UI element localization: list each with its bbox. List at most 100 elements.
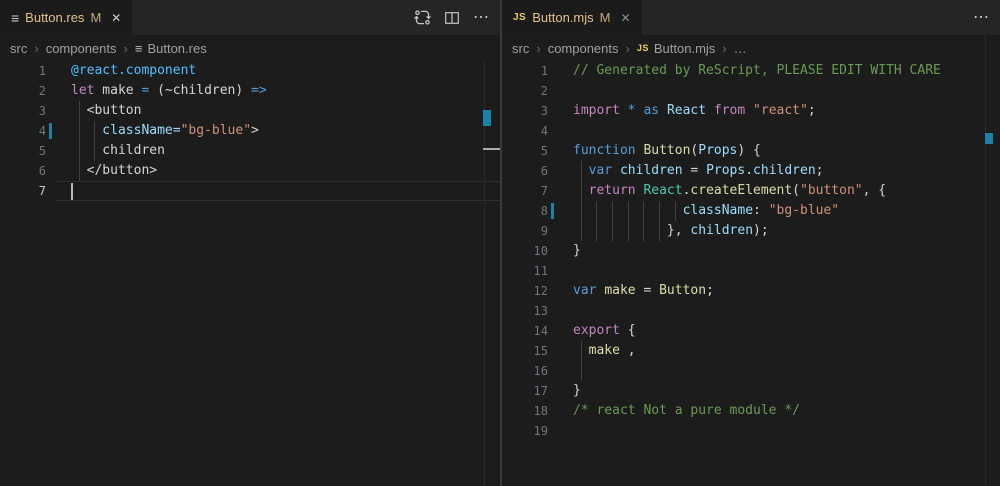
code-line-text: </button> <box>71 161 500 181</box>
line-number[interactable]: 7 <box>0 181 46 201</box>
line-number[interactable]: 19 <box>502 421 548 441</box>
line-number[interactable]: 4 <box>502 121 548 141</box>
tab-label: Button.res <box>25 10 84 25</box>
overview-ruler-modified-marker <box>985 133 993 144</box>
split-editor-icon[interactable] <box>444 10 460 26</box>
code-line[interactable]: 7 return React.createElement("button", { <box>502 181 1000 201</box>
line-number[interactable]: 6 <box>502 161 548 181</box>
code-line[interactable]: 6 </button> <box>0 161 500 181</box>
indent-guide <box>581 361 582 381</box>
line-number[interactable]: 16 <box>502 361 548 381</box>
line-number[interactable]: 13 <box>502 301 548 321</box>
gutter-modified-marker <box>49 123 52 139</box>
line-number[interactable]: 5 <box>502 141 548 161</box>
code-line-text: var children = Props.children; <box>573 161 1000 181</box>
breadcrumb-item-file[interactable]: Button.res <box>147 41 206 56</box>
line-number[interactable]: 3 <box>0 101 46 121</box>
code-line-text: // Generated by ReScript, PLEASE EDIT WI… <box>573 61 1000 81</box>
breadcrumb-item-file[interactable]: Button.mjs <box>654 41 715 56</box>
code-line-text: var make = Button; <box>573 281 1000 301</box>
tab-bar-left: ≡ Button.res M ✕ <box>0 0 500 35</box>
line-number[interactable]: 8 <box>502 201 548 221</box>
indent-guide <box>79 141 80 161</box>
breadcrumb-item-src[interactable]: src <box>10 41 27 56</box>
code-line-text: make , <box>573 341 1000 361</box>
tab-button-res[interactable]: ≡ Button.res M ✕ <box>0 0 132 35</box>
code-line[interactable]: 4 className="bg-blue"> <box>0 121 500 141</box>
code-line[interactable]: 5 children <box>0 141 500 161</box>
indent-guide <box>79 161 80 181</box>
indent-guide <box>675 201 676 221</box>
line-number[interactable]: 17 <box>502 381 548 401</box>
tab-button-mjs[interactable]: JS Button.mjs M ✕ <box>502 0 642 35</box>
code-line[interactable]: 3 <button <box>0 101 500 121</box>
more-actions-icon[interactable]: ⋯ <box>473 10 490 26</box>
line-number[interactable]: 4 <box>0 121 46 141</box>
file-list-icon: ≡ <box>11 11 19 25</box>
code-line[interactable]: 13 <box>502 301 1000 321</box>
code-line-text: children <box>71 141 500 161</box>
breadcrumb-item-components[interactable]: components <box>46 41 117 56</box>
indent-guide <box>79 121 80 141</box>
line-number[interactable]: 6 <box>0 161 46 181</box>
line-number[interactable]: 2 <box>0 81 46 101</box>
code-line[interactable]: 8 className: "bg-blue" <box>502 201 1000 221</box>
code-area-left[interactable]: 1@react.component2 let make = (~children)… <box>0 61 500 486</box>
line-number[interactable]: 1 <box>0 61 46 81</box>
indent-guide <box>94 141 95 161</box>
line-number[interactable]: 14 <box>502 321 548 341</box>
code-line[interactable]: 15 make , <box>502 341 1000 361</box>
line-number[interactable]: 5 <box>0 141 46 161</box>
more-actions-icon[interactable]: ⋯ <box>973 10 990 26</box>
code-line[interactable]: 6 var children = Props.children; <box>502 161 1000 181</box>
editor-pane-left: ≡ Button.res M ✕ <box>0 0 500 486</box>
code-line[interactable]: 2 let make = (~children) => <box>0 81 500 101</box>
code-line[interactable]: 1@react.component <box>0 61 500 81</box>
indent-guide <box>659 221 660 241</box>
code-line[interactable]: 17} <box>502 381 1000 401</box>
code-line[interactable]: 7 <box>0 181 500 201</box>
code-line[interactable]: 4 <box>502 121 1000 141</box>
line-number[interactable]: 18 <box>502 401 548 421</box>
close-icon[interactable]: ✕ <box>621 11 631 25</box>
code-line[interactable]: 19 <box>502 421 1000 441</box>
line-number[interactable]: 9 <box>502 221 548 241</box>
line-number[interactable]: 10 <box>502 241 548 261</box>
line-number[interactable]: 1 <box>502 61 548 81</box>
code-line[interactable]: 10} <box>502 241 1000 261</box>
code-line[interactable]: 14export { <box>502 321 1000 341</box>
code-line[interactable]: 5function Button(Props) { <box>502 141 1000 161</box>
code-area-right[interactable]: 1 // Generated by ReScript, PLEASE EDIT W… <box>502 61 1000 486</box>
gutter-modified-marker <box>551 203 554 219</box>
breadcrumb-item-components[interactable]: components <box>548 41 619 56</box>
open-changes-icon[interactable] <box>414 9 431 26</box>
indent-guide <box>581 181 582 201</box>
editor-actions-right: ⋯ <box>973 0 990 35</box>
line-number[interactable]: 12 <box>502 281 548 301</box>
breadcrumb-item-src[interactable]: src <box>512 41 529 56</box>
line-number[interactable]: 3 <box>502 101 548 121</box>
code-line-text: let make = (~children) => <box>71 81 500 101</box>
line-number[interactable]: 15 <box>502 341 548 361</box>
code-line[interactable]: 2 <box>502 81 1000 101</box>
indent-guide <box>612 201 613 221</box>
line-number[interactable]: 11 <box>502 261 548 281</box>
close-icon[interactable]: ✕ <box>111 11 121 25</box>
code-line[interactable]: 11 <box>502 261 1000 281</box>
tab-label: Button.mjs <box>532 10 593 25</box>
indent-guide <box>643 201 644 221</box>
line-number[interactable]: 2 <box>502 81 548 101</box>
code-line[interactable]: 18 /* react Not a pure module */ <box>502 401 1000 421</box>
code-line[interactable]: 12 var make = Button; <box>502 281 1000 301</box>
code-line[interactable]: 3 import * as React from "react"; <box>502 101 1000 121</box>
breadcrumb-symbol-ellipsis[interactable]: … <box>734 41 747 56</box>
code-line[interactable]: 9 }, children); <box>502 221 1000 241</box>
code-line[interactable]: 16 <box>502 361 1000 381</box>
code-line-text: import * as React from "react"; <box>573 101 1000 121</box>
javascript-file-icon: JS <box>513 12 526 23</box>
indent-guide <box>628 221 629 241</box>
line-number[interactable]: 7 <box>502 181 548 201</box>
code-line-text: /* react Not a pure module */ <box>573 401 1000 421</box>
code-line[interactable]: 1 // Generated by ReScript, PLEASE EDIT W… <box>502 61 1000 81</box>
editor-actions-left: ⋯ <box>414 0 490 35</box>
